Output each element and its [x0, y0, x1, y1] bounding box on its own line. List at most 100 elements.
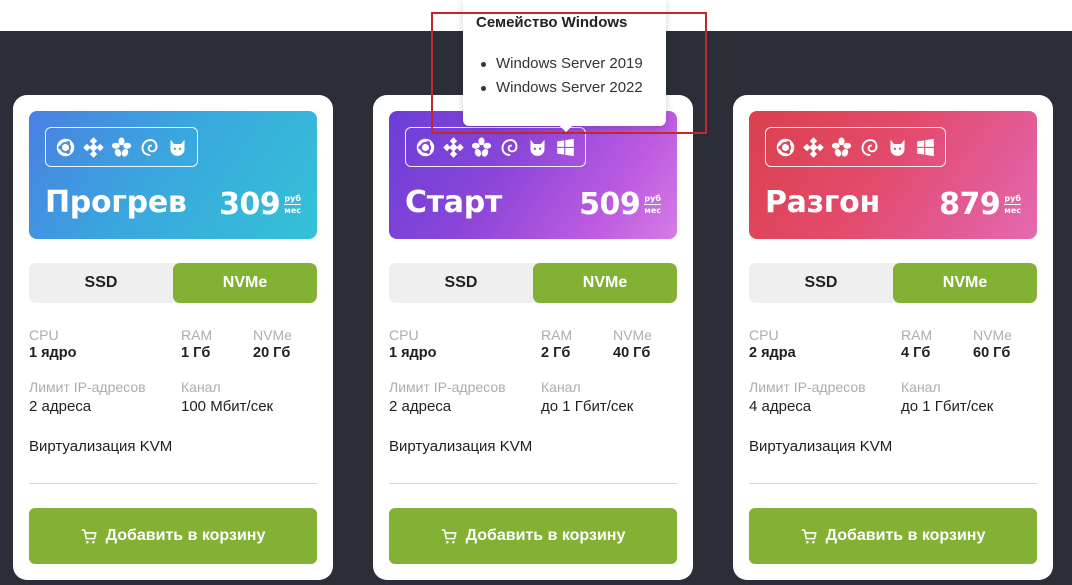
fedora-icon[interactable] — [167, 137, 188, 158]
ip-limit-label: Лимит IP-адресов — [749, 379, 866, 395]
virtualization-text: Виртуализация KVM — [749, 438, 893, 455]
tooltip-item-windows-2022: Windows Server 2022 — [481, 78, 643, 102]
cpu-label: CPU — [749, 327, 779, 343]
plan-price: 879 руб мес — [939, 187, 1021, 222]
currency-rub: руб — [644, 194, 661, 205]
ip-limit-value: 4 адреса — [749, 398, 812, 415]
divider — [749, 483, 1037, 484]
windows-family-tooltip: Семейство Windows Windows Server 2019 Wi… — [463, 0, 666, 126]
plan-price: 309 руб мес — [219, 187, 301, 222]
freebsd-icon[interactable] — [111, 136, 132, 158]
plan-banner: Прогрев 309 руб мес — [29, 111, 317, 239]
ip-limit-label: Лимит IP-адресов — [29, 379, 146, 395]
disk-option-nvme[interactable]: NVMe — [893, 263, 1037, 303]
disk-option-nvme[interactable]: NVMe — [533, 263, 677, 303]
cpu-value: 1 ядро — [29, 345, 77, 361]
cart-icon — [801, 528, 817, 543]
ram-value: 1 Гб — [181, 345, 211, 361]
ip-limit-value: 2 адреса — [29, 398, 92, 415]
ram-value: 4 Гб — [901, 345, 931, 361]
channel-value: 100 Мбит/сек — [181, 398, 274, 415]
nvme-label: NVMe — [613, 327, 652, 343]
centos-icon[interactable] — [443, 136, 464, 158]
ram-value: 2 Гб — [541, 345, 571, 361]
tooltip-arrow — [558, 124, 574, 132]
freebsd-icon[interactable] — [831, 136, 852, 158]
os-icons-box[interactable] — [45, 127, 198, 167]
disk-option-ssd[interactable]: SSD — [749, 263, 893, 303]
channel-label: Канал — [181, 379, 221, 395]
centos-icon[interactable] — [803, 136, 824, 158]
tooltip-os-list: Windows Server 2019 Windows Server 2022 — [481, 54, 643, 102]
windows-icon[interactable] — [555, 137, 576, 158]
virtualization-text: Виртуализация KVM — [389, 438, 533, 455]
disk-option-ssd[interactable]: SSD — [389, 263, 533, 303]
add-to-cart-label: Добавить в корзину — [825, 527, 986, 544]
add-to-cart-label: Добавить в корзину — [105, 527, 266, 544]
freebsd-icon[interactable] — [471, 136, 492, 158]
divider — [29, 483, 317, 484]
cpu-value: 1 ядро — [389, 345, 437, 361]
plan-banner: Разгон 879 руб мес — [749, 111, 1037, 239]
nvme-label: NVMe — [973, 327, 1012, 343]
fedora-icon[interactable] — [527, 137, 548, 158]
plan-price: 509 руб мес — [579, 187, 661, 222]
cpu-value: 2 ядра — [749, 345, 796, 361]
disk-option-ssd[interactable]: SSD — [29, 263, 173, 303]
os-icons-box[interactable] — [765, 127, 946, 167]
ubuntu-icon[interactable] — [775, 137, 796, 158]
currency-month: мес — [284, 206, 301, 215]
add-to-cart-button[interactable]: Добавить в корзину — [389, 508, 677, 564]
ubuntu-icon[interactable] — [415, 137, 436, 158]
price-value: 309 — [219, 187, 281, 222]
ram-label: RAM — [901, 327, 933, 343]
tooltip-title: Семейство Windows — [476, 14, 628, 31]
ram-label: RAM — [541, 327, 573, 343]
debian-icon[interactable] — [859, 137, 880, 158]
plan-name: Прогрев — [45, 185, 187, 220]
nvme-value: 60 Гб — [973, 345, 1011, 361]
plan-name: Разгон — [765, 185, 880, 220]
channel-label: Канал — [541, 379, 581, 395]
centos-icon[interactable] — [83, 136, 104, 158]
add-to-cart-button[interactable]: Добавить в корзину — [29, 508, 317, 564]
divider — [389, 483, 677, 484]
plan-card-start: Старт 509 руб мес SSD NVMe CPU 1 ядро RA… — [373, 95, 693, 580]
channel-label: Канал — [901, 379, 941, 395]
currency-rub: руб — [1004, 194, 1021, 205]
price-value: 879 — [939, 187, 1001, 222]
channel-value: до 1 Гбит/сек — [901, 398, 994, 415]
disk-type-toggle: SSD NVMe — [29, 263, 317, 303]
ip-limit-label: Лимит IP-адресов — [389, 379, 506, 395]
cart-icon — [441, 528, 457, 543]
tooltip-item-windows-2019: Windows Server 2019 — [481, 54, 643, 78]
cpu-label: CPU — [389, 327, 419, 343]
disk-type-toggle: SSD NVMe — [389, 263, 677, 303]
ip-limit-value: 2 адреса — [389, 398, 452, 415]
debian-icon[interactable] — [499, 137, 520, 158]
ram-label: RAM — [181, 327, 213, 343]
add-to-cart-button[interactable]: Добавить в корзину — [749, 508, 1037, 564]
price-value: 509 — [579, 187, 641, 222]
ubuntu-icon[interactable] — [55, 137, 76, 158]
plan-banner: Старт 509 руб мес — [389, 111, 677, 239]
nvme-value: 20 Гб — [253, 345, 291, 361]
channel-value: до 1 Гбит/сек — [541, 398, 634, 415]
disk-type-toggle: SSD NVMe — [749, 263, 1037, 303]
fedora-icon[interactable] — [887, 137, 908, 158]
plan-card-progrev: Прогрев 309 руб мес SSD NVMe CPU 1 ядро … — [13, 95, 333, 580]
add-to-cart-label: Добавить в корзину — [465, 527, 626, 544]
nvme-label: NVMe — [253, 327, 292, 343]
os-icons-box[interactable] — [405, 127, 586, 167]
currency-month: мес — [1004, 206, 1021, 215]
currency-rub: руб — [284, 194, 301, 205]
plan-card-razgon: Разгон 879 руб мес SSD NVMe CPU 2 ядра R… — [733, 95, 1053, 580]
plan-name: Старт — [405, 185, 503, 220]
virtualization-text: Виртуализация KVM — [29, 438, 173, 455]
price-currency: руб мес — [284, 194, 301, 215]
debian-icon[interactable] — [139, 137, 160, 158]
cart-icon — [81, 528, 97, 543]
currency-month: мес — [644, 206, 661, 215]
windows-icon[interactable] — [915, 137, 936, 158]
disk-option-nvme[interactable]: NVMe — [173, 263, 317, 303]
